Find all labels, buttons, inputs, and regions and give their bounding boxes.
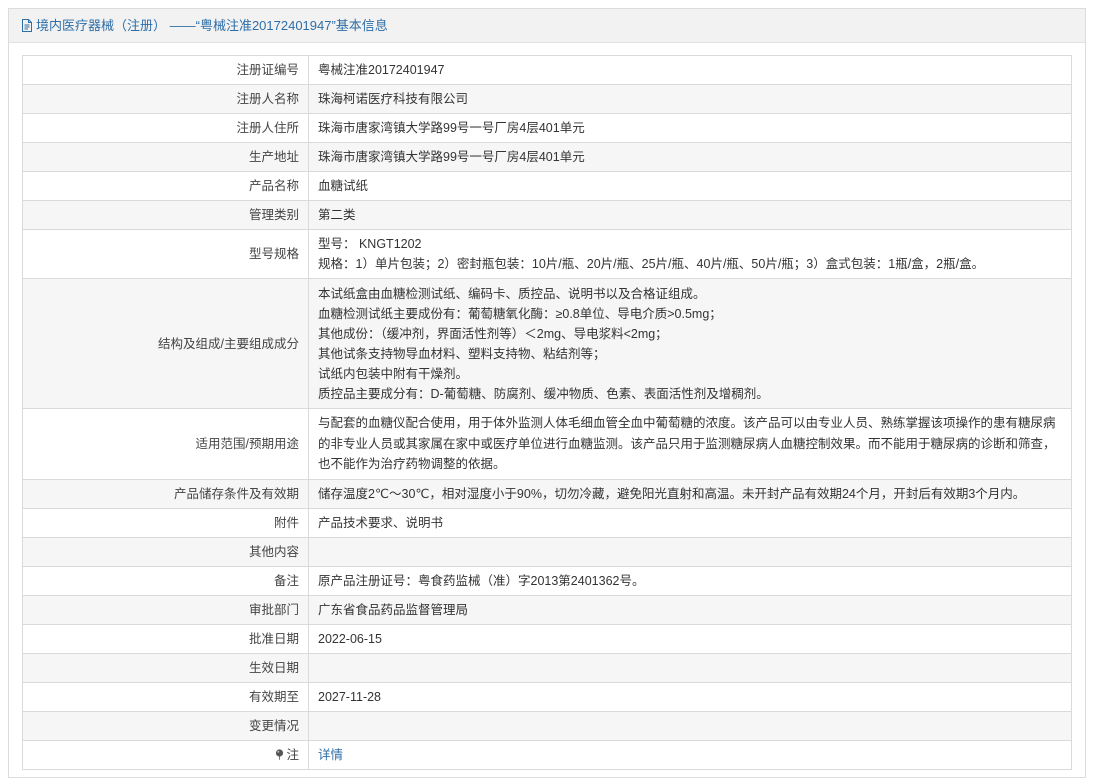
panel-header: 境内医疗器械（注册） ——“粤械注准20172401947”基本信息 xyxy=(9,9,1085,43)
details-link[interactable]: 详情 xyxy=(318,748,343,762)
value-line: 本试纸盒由血糖检测试纸、编码卡、质控品、说明书以及合格证组成。 xyxy=(318,286,706,301)
value-line: 血糖检测试纸主要成份有：葡萄糖氧化酶：≥0.8单位、导电介质>0.5mg； xyxy=(318,306,722,321)
detail-panel: 境内医疗器械（注册） ——“粤械注准20172401947”基本信息 注册证编号… xyxy=(8,8,1086,778)
row-valid-until: 有效期至 2027-11-28 xyxy=(22,681,1072,712)
row-composition: 结构及组成/主要组成成分 本试纸盒由血糖检测试纸、编码卡、质控品、说明书以及合格… xyxy=(22,278,1072,409)
row-label: 产品储存条件及有效期 xyxy=(22,478,309,509)
row-value: 2027-11-28 xyxy=(308,681,1072,712)
row-registrant-address: 注册人住所 珠海市唐家湾镇大学路99号一号厂房4层401单元 xyxy=(22,113,1072,143)
row-label: 注册人名称 xyxy=(22,84,309,114)
row-production-address: 生产地址 珠海市唐家湾镇大学路99号一号厂房4层401单元 xyxy=(22,142,1072,172)
row-attachments: 附件 产品技术要求、说明书 xyxy=(22,507,1072,538)
value-line: 试纸内包装中附有干燥剂。 xyxy=(318,366,469,381)
row-label: 审批部门 xyxy=(22,594,309,625)
row-label: 型号规格 xyxy=(22,229,309,279)
value-line: 型号： KNGT1202 xyxy=(318,237,422,251)
row-value: 与配套的血糖仪配合使用，用于体外监测人体毛细血管全血中葡萄糖的浓度。该产品可以由… xyxy=(308,408,1072,480)
row-value: 血糖试纸 xyxy=(308,171,1072,201)
row-product-name: 产品名称 血糖试纸 xyxy=(22,171,1072,201)
page-title: 境内医疗器械（注册） ——“粤械注准20172401947”基本信息 xyxy=(36,18,388,33)
row-value: 珠海市唐家湾镇大学路99号一号厂房4层401单元 xyxy=(308,142,1072,172)
row-value: 型号： KNGT1202 规格：1）单片包装；2）密封瓶包装：10片/瓶、20片… xyxy=(308,229,1072,279)
row-label: 产品名称 xyxy=(22,171,309,201)
row-value: 粤械注准20172401947 xyxy=(308,55,1072,85)
row-label: 生产地址 xyxy=(22,142,309,172)
row-label: 批准日期 xyxy=(22,623,309,654)
row-value: 珠海市唐家湾镇大学路99号一号厂房4层401单元 xyxy=(308,113,1072,143)
row-value: 2022-06-15 xyxy=(308,623,1072,654)
row-approval-department: 审批部门 广东省食品药品监督管理局 xyxy=(22,594,1072,625)
row-label: 备注 xyxy=(22,565,309,596)
row-value: 详情 xyxy=(308,739,1072,770)
value-line: 质控品主要成分有：D-葡萄糖、防腐剂、缓冲物质、色素、表面活性剂及增稠剂。 xyxy=(318,386,769,401)
row-label: 变更情况 xyxy=(22,710,309,741)
row-effective-date: 生效日期 xyxy=(22,652,1072,683)
row-value xyxy=(308,536,1072,567)
row-value xyxy=(308,652,1072,683)
value-paragraph: 与配套的血糖仪配合使用，用于体外监测人体毛细血管全血中葡萄糖的浓度。该产品可以由… xyxy=(318,416,1056,471)
row-registration-number: 注册证编号 粤械注准20172401947 xyxy=(22,55,1072,85)
row-value xyxy=(308,710,1072,741)
row-value: 第二类 xyxy=(308,200,1072,230)
row-label: 生效日期 xyxy=(22,652,309,683)
row-change-status: 变更情况 xyxy=(22,710,1072,741)
row-value: 产品技术要求、说明书 xyxy=(308,507,1072,538)
row-label: 结构及组成/主要组成成分 xyxy=(22,278,309,409)
row-label: 其他内容 xyxy=(22,536,309,567)
row-registrant-name: 注册人名称 珠海柯诺医疗科技有限公司 xyxy=(22,84,1072,114)
row-value: 本试纸盒由血糖检测试纸、编码卡、质控品、说明书以及合格证组成。 血糖检测试纸主要… xyxy=(308,278,1072,409)
row-note: 注 详情 xyxy=(22,739,1072,770)
row-label: 注册证编号 xyxy=(22,55,309,85)
row-label: 注册人住所 xyxy=(22,113,309,143)
value-line: 其他试条支持物导血材料、塑料支持物、粘结剂等； xyxy=(318,346,606,361)
row-storage-validity: 产品储存条件及有效期 储存温度2℃～30℃，相对湿度小于90%，切勿冷藏，避免阳… xyxy=(22,478,1072,509)
note-label: 注 xyxy=(286,747,299,762)
row-label: 管理类别 xyxy=(22,200,309,230)
row-management-class: 管理类别 第二类 xyxy=(22,200,1072,230)
row-value: 原产品注册证号：粤食药监械（准）字2013第2401362号。 xyxy=(308,565,1072,596)
row-label: 附件 xyxy=(22,507,309,538)
row-value: 广东省食品药品监督管理局 xyxy=(308,594,1072,625)
row-label: 适用范围/预期用途 xyxy=(22,408,309,480)
row-intended-use: 适用范围/预期用途 与配套的血糖仪配合使用，用于体外监测人体毛细血管全血中葡萄糖… xyxy=(22,408,1072,480)
row-approval-date: 批准日期 2022-06-15 xyxy=(22,623,1072,654)
info-table: 注册证编号 粤械注准20172401947 注册人名称 珠海柯诺医疗科技有限公司… xyxy=(22,55,1072,770)
value-line: 规格：1）单片包装；2）密封瓶包装：10片/瓶、20片/瓶、25片/瓶、40片/… xyxy=(318,257,985,271)
document-icon xyxy=(22,19,32,32)
row-remarks: 备注 原产品注册证号：粤食药监械（准）字2013第2401362号。 xyxy=(22,565,1072,596)
value-line: 其他成份：（缓冲剂，界面活性剂等）＜2mg、导电浆料<2mg； xyxy=(318,326,668,341)
row-model-spec: 型号规格 型号： KNGT1202 规格：1）单片包装；2）密封瓶包装：10片/… xyxy=(22,229,1072,279)
pin-icon xyxy=(276,748,284,760)
row-value: 储存温度2℃～30℃，相对湿度小于90%，切勿冷藏，避免阳光直射和高温。未开封产… xyxy=(308,478,1072,509)
row-other-content: 其他内容 xyxy=(22,536,1072,567)
row-value: 珠海柯诺医疗科技有限公司 xyxy=(308,84,1072,114)
row-label: 有效期至 xyxy=(22,681,309,712)
row-label: 注 xyxy=(22,739,309,770)
